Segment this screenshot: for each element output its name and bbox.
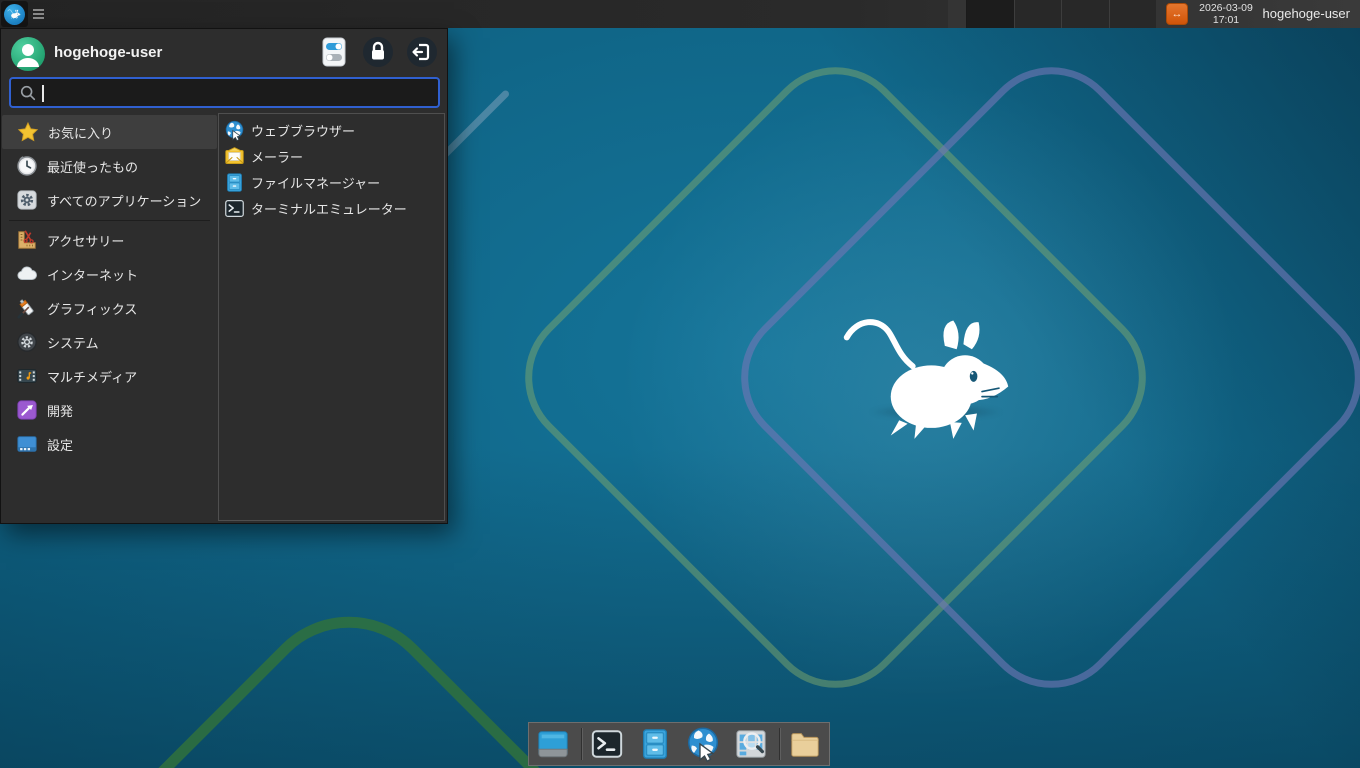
- top-panel: ↔ 2026-03-09 17:01 hogehoge-user: [0, 0, 1360, 28]
- xfce-mouse-logo: [840, 312, 1026, 439]
- gear-icon: [16, 189, 38, 211]
- dock-app-finder-launcher[interactable]: [733, 726, 769, 762]
- web-browser-icon: [224, 120, 245, 141]
- mailer-icon: [224, 146, 245, 167]
- star-icon: [17, 121, 39, 143]
- lock-icon: [363, 37, 393, 67]
- dock: [528, 722, 830, 766]
- workspace-switcher: [966, 0, 1156, 28]
- toggles-icon: [322, 37, 346, 67]
- panel-user-menu[interactable]: hogehoge-user: [1257, 0, 1356, 28]
- category-internet[interactable]: インターネット: [1, 257, 218, 291]
- notification-indicator[interactable]: ↔: [1166, 3, 1188, 25]
- category-separator: [9, 220, 210, 221]
- panel-clock[interactable]: 2026-03-09 17:01: [1190, 2, 1262, 26]
- user-icon: [11, 37, 45, 71]
- whisker-menu-button[interactable]: [1, 1, 28, 27]
- whisker-menu: hogehoge-user: [0, 28, 448, 524]
- category-development[interactable]: 開発: [1, 393, 218, 427]
- dock-folder-menu[interactable]: [787, 726, 823, 762]
- graphics-icon: [16, 297, 38, 319]
- search-icon: [19, 84, 37, 102]
- terminal-icon: [590, 727, 624, 761]
- search-bar: [9, 77, 440, 108]
- panel-menu-icon[interactable]: [33, 9, 44, 20]
- web-browser-icon: [685, 726, 721, 762]
- clock-icon: [16, 155, 38, 177]
- dock-separator: [581, 728, 582, 760]
- category-multimedia[interactable]: マルチメディア: [1, 359, 218, 393]
- system-icon: [16, 331, 38, 353]
- category-graphics[interactable]: グラフィックス: [1, 291, 218, 325]
- category-recently-used[interactable]: 最近使ったもの: [1, 149, 218, 183]
- terminal-icon: [224, 198, 245, 219]
- category-favorites[interactable]: お気に入り: [2, 115, 217, 149]
- xfce-logo-icon: [4, 4, 25, 25]
- dock-web-browser-launcher[interactable]: [685, 726, 721, 762]
- accessories-icon: [16, 229, 38, 251]
- workspace-2[interactable]: [1014, 0, 1062, 28]
- favorites-pane: ウェブブラウザー メーラー ファイルマネージャー ターミナルエミュレーター: [218, 113, 445, 521]
- app-mailer[interactable]: メーラー: [219, 143, 444, 169]
- file-manager-icon: [638, 727, 672, 761]
- app-terminal-emulator[interactable]: ターミナルエミュレーター: [219, 195, 444, 221]
- category-all-applications[interactable]: すべてのアプリケーション: [1, 183, 218, 217]
- workspace-3[interactable]: [1061, 0, 1109, 28]
- dock-file-manager-launcher[interactable]: [637, 726, 673, 762]
- desktop-icon: [536, 727, 570, 761]
- dock-separator: [779, 728, 780, 760]
- file-manager-icon: [224, 172, 245, 193]
- folder-icon: [788, 727, 822, 761]
- log-out-button[interactable]: [407, 37, 437, 67]
- app-finder-icon: [734, 727, 768, 761]
- category-settings[interactable]: 設定: [1, 427, 218, 461]
- clock-time: 17:01: [1190, 14, 1262, 26]
- lock-screen-button[interactable]: [363, 37, 393, 67]
- show-desktop-button[interactable]: [535, 726, 571, 762]
- desktop-screen: ↔ 2026-03-09 17:01 hogehoge-user hogehog…: [0, 0, 1360, 768]
- multimedia-icon: [16, 365, 38, 387]
- avatar[interactable]: [11, 37, 45, 71]
- logout-icon: [407, 37, 437, 67]
- all-settings-button[interactable]: [319, 37, 349, 67]
- cloud-icon: [16, 263, 38, 285]
- search-input[interactable]: [37, 79, 438, 106]
- category-accessories[interactable]: アクセサリー: [1, 223, 218, 257]
- app-web-browser[interactable]: ウェブブラウザー: [219, 117, 444, 143]
- menu-username: hogehoge-user: [54, 44, 162, 61]
- workspace-1[interactable]: [966, 0, 1014, 28]
- text-caret: [42, 85, 44, 102]
- category-system[interactable]: システム: [1, 325, 218, 359]
- workspace-4[interactable]: [1109, 0, 1157, 28]
- clock-date: 2026-03-09: [1190, 2, 1262, 14]
- app-file-manager[interactable]: ファイルマネージャー: [219, 169, 444, 195]
- dock-terminal-launcher[interactable]: [589, 726, 625, 762]
- development-icon: [16, 399, 38, 421]
- category-list: お気に入り 最近使ったもの すべてのアプリケーション: [1, 115, 218, 461]
- panel-separator: [948, 0, 966, 28]
- settings-icon: [16, 433, 38, 455]
